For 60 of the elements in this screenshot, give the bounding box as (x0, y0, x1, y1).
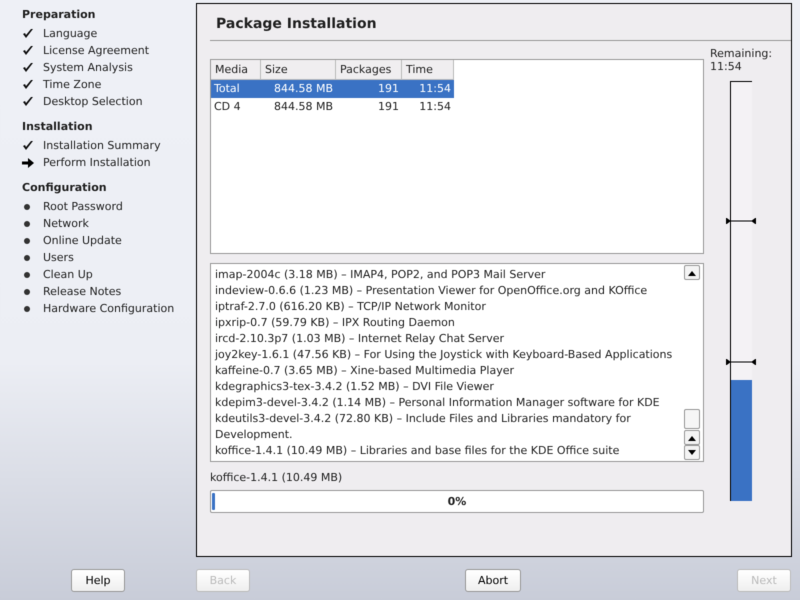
step-label: Time Zone (43, 78, 102, 91)
section-heading: Installation (22, 120, 94, 134)
log-line: iptraf-2.7.0 (616.20 KB) – TCP/IP Network Monitor (215, 299, 487, 315)
dialog-button[interactable]: Help (71, 568, 125, 592)
log-line: koffice-1.4.1 (10.49 MB) – Libraries and base files for the KDE Office suite (215, 443, 620, 459)
table-cell-text: 191 (377, 81, 400, 97)
step-label: Clean Up (43, 268, 93, 281)
step-label: Users (43, 251, 74, 264)
step-label: System Analysis (43, 61, 133, 74)
scroll-down-icon[interactable] (684, 445, 700, 460)
table-cell-text: 11:54 (418, 99, 452, 115)
arrow-icon (22, 156, 34, 168)
step-label: Desktop Selection (43, 95, 143, 108)
remaining-time: 11:54 (710, 60, 743, 73)
column-header[interactable]: Packages (336, 60, 402, 80)
dialog-button[interactable]: Abort (465, 568, 521, 592)
table-row[interactable]: Total 844.58 MB 191 11:54 (211, 80, 454, 98)
table-cell-text: 11:54 (418, 81, 452, 97)
progress-label: 0% (446, 495, 468, 508)
table-cell-text: Total (213, 81, 241, 97)
table-cell-text: 191 (377, 99, 400, 115)
step-label: Installation Summary (43, 139, 161, 152)
scroll-up-icon[interactable] (684, 430, 700, 445)
step-label: Network (43, 217, 89, 230)
table-cell-text: CD 4 (213, 99, 242, 115)
log-line: imap-2004c (3.18 MB) – IMAP4, POP2, and POP3 Mail Server (215, 267, 546, 283)
panel-title: Package Installation (210, 4, 791, 41)
scroll-up-icon[interactable] (684, 265, 700, 280)
section-heading: Preparation (22, 8, 97, 22)
column-header[interactable]: Media (211, 60, 261, 80)
step-label: License Agreement (43, 44, 150, 57)
step-label: Online Update (43, 234, 122, 247)
log-line: kdegraphics3-tex-3.4.2 (1.52 MB) – DVI File Viewer (215, 379, 495, 395)
log-line: indeview-0.6.6 (1.23 MB) – Presentation Viewer for OpenOffice.org and KOffice (215, 283, 648, 299)
table-cell-text: 844.58 MB (272, 81, 334, 97)
section-heading: Configuration (22, 181, 108, 195)
table-row[interactable]: CD 4 844.58 MB 191 11:54 (211, 98, 454, 116)
table-cell-text: 844.58 MB (272, 99, 334, 115)
log-line: kdepim3-devel-3.4.2 (1.14 MB) – Personal Information Manager software for KDE (215, 395, 661, 411)
step-label: Perform Installation (43, 156, 151, 169)
current-package: koffice-1.4.1 (10.49 MB) (210, 471, 344, 486)
checkmark-icon (22, 28, 34, 40)
checkmark-icon (22, 44, 34, 56)
log-line: joy2key-1.6.1 (47.56 KB) – For Using the Joystick with Keyboard-Based Applications (215, 347, 674, 363)
log-line: kaffeine-0.7 (3.65 MB) – Xine-based Multimedia Player (215, 363, 515, 379)
checkmark-icon (22, 140, 34, 152)
checkmark-icon (22, 62, 34, 74)
log-line: kdeutils3-devel-3.4.2 (72.80 KB) – Include Files and Libraries mandatory for Development. (215, 411, 632, 443)
log-line: ircd-2.10.3p7 (1.03 MB) – Internet Relay Chat Server (215, 331, 506, 347)
step-label: Release Notes (43, 285, 122, 298)
checkmark-icon (22, 96, 34, 108)
log-line: ipxrip-0.7 (59.79 KB) – IPX Routing Daemon (215, 315, 456, 331)
step-label: Language (43, 27, 98, 40)
step-label: Hardware Configuration (43, 302, 174, 315)
scroll-thumb[interactable] (684, 409, 700, 429)
checkmark-icon (22, 78, 34, 90)
column-header[interactable]: Size (261, 60, 336, 80)
column-header[interactable]: Time (402, 60, 454, 80)
step-label: Root Password (43, 200, 123, 213)
remaining-label: Remaining: (710, 47, 774, 60)
